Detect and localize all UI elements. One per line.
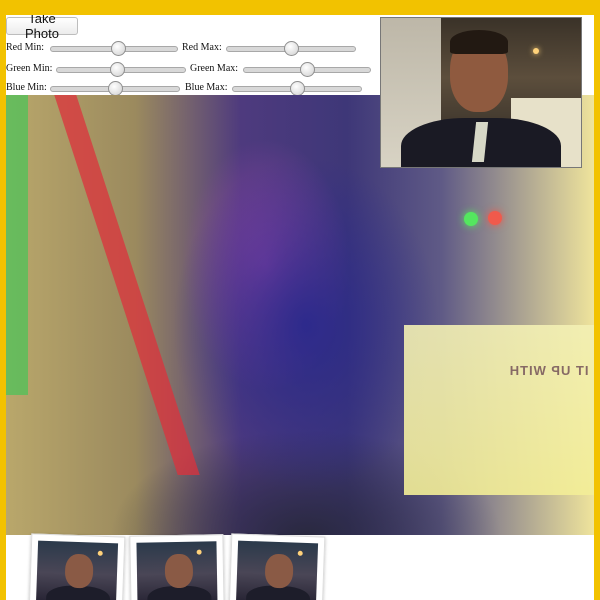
blue-min-label: Blue Min:: [6, 82, 47, 93]
slider-thumb[interactable]: [290, 81, 305, 96]
green-max-slider[interactable]: [243, 62, 371, 77]
blue-max-slider[interactable]: [232, 81, 362, 96]
photo-light: [97, 550, 103, 556]
slider-thumb[interactable]: [110, 62, 126, 77]
red-min-slider[interactable]: [50, 41, 178, 56]
green-light-streak: [6, 95, 28, 395]
red-max-slider[interactable]: [226, 41, 356, 56]
slider-thumb[interactable]: [110, 41, 126, 56]
captured-photo[interactable]: [28, 533, 126, 600]
captured-photo-image: [235, 540, 319, 600]
red-light-streak: [54, 95, 200, 475]
captured-photo[interactable]: [228, 533, 326, 600]
captured-photo-image: [35, 540, 119, 600]
photo-light: [297, 550, 303, 556]
photo-person-head: [64, 553, 94, 589]
app-frame: Take Photo Red Min: Red Max: Green Min: …: [6, 15, 594, 600]
red-controls-row: Red Min: Red Max:: [6, 39, 366, 57]
photo-person-head: [164, 553, 194, 589]
green-min-label: Green Min:: [6, 63, 53, 74]
webcam-lamp: [533, 48, 539, 54]
webcam-person-hair: [450, 30, 508, 54]
blue-max-label: Blue Max:: [185, 82, 228, 93]
captured-photo-image: [136, 541, 218, 600]
red-max-label: Red Max:: [182, 42, 222, 53]
photo-person-head: [264, 553, 294, 589]
green-min-slider[interactable]: [56, 62, 186, 77]
captured-photos-strip: [6, 533, 594, 600]
slider-thumb[interactable]: [108, 81, 123, 96]
take-photo-button[interactable]: Take Photo: [6, 15, 78, 41]
green-max-label: Green Max:: [190, 63, 239, 74]
green-light-dot: [464, 212, 478, 226]
slider-thumb[interactable]: [284, 41, 299, 56]
red-min-label: Red Min:: [6, 42, 45, 53]
blue-min-slider[interactable]: [50, 81, 180, 96]
red-light-dot: [488, 211, 502, 225]
bright-window-area: [404, 325, 594, 495]
mirrored-sign-text: LIVE IT UP WITH: [508, 363, 594, 378]
photo-light: [196, 549, 202, 555]
webcam-video: [380, 17, 582, 168]
slider-thumb[interactable]: [300, 62, 315, 77]
captured-photo[interactable]: [129, 534, 225, 600]
green-controls-row: Green Min: Green Max:: [6, 60, 376, 78]
